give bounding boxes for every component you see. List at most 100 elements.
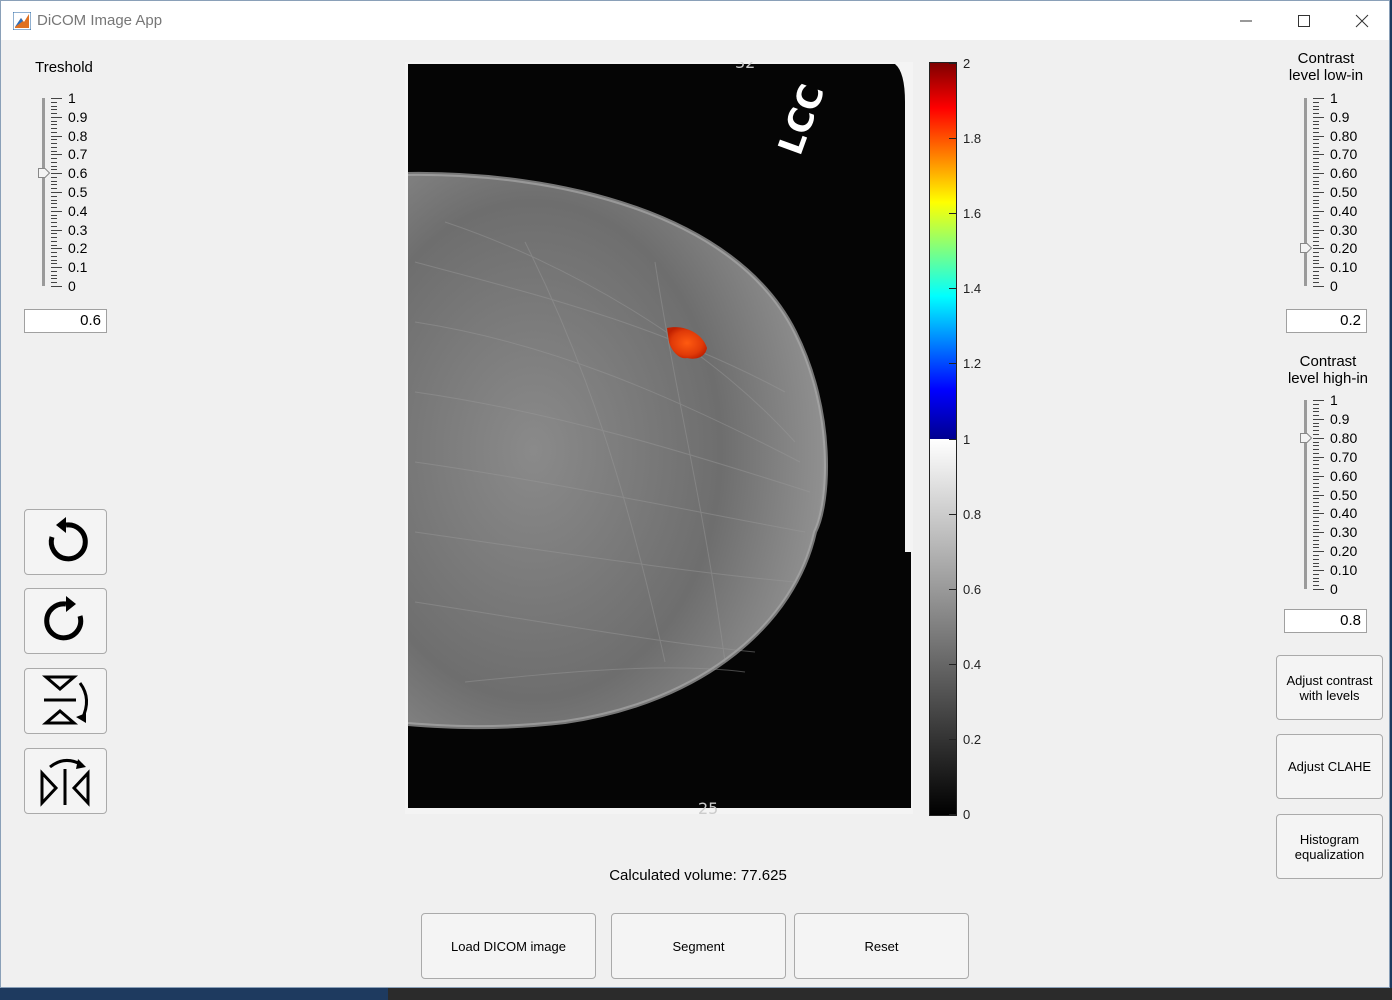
contrast-high-slider-track[interactable] — [1304, 400, 1307, 589]
flip-vertical-button[interactable] — [24, 668, 107, 734]
reset-button[interactable]: Reset — [794, 913, 969, 979]
slider-minor-tick — [1313, 128, 1319, 130]
slider-tick-label: 1 — [1330, 392, 1338, 408]
colorbar-tick — [949, 513, 956, 515]
slider-minor-tick — [1313, 218, 1319, 220]
slider-minor-tick — [1313, 259, 1319, 261]
svg-text:32: 32 — [735, 62, 755, 72]
slider-minor-tick — [1313, 143, 1319, 145]
slider-minor-tick — [51, 113, 57, 115]
slider-tick-label: 0.60 — [1330, 467, 1358, 484]
slider-major-tick — [1313, 248, 1324, 250]
mammogram-image[interactable]: LCC 32 25 — [405, 62, 913, 814]
slider-minor-tick — [51, 195, 57, 197]
slider-thumb[interactable] — [1300, 432, 1312, 443]
slider-minor-tick — [1313, 252, 1319, 254]
flip-horizontal-button[interactable] — [24, 748, 107, 814]
slider-major-tick — [51, 286, 62, 287]
contrast-low-slider-track[interactable] — [1304, 98, 1307, 286]
slider-tick-label: 0.10 — [1330, 259, 1358, 276]
contrast-high-value-field[interactable]: 0.8 — [1284, 609, 1367, 633]
slider-minor-tick — [1313, 101, 1319, 103]
slider-major-tick — [1313, 173, 1324, 175]
contrast-low-label-line2: level low-in — [1288, 67, 1364, 84]
load-dicom-button[interactable]: Load DICOM image — [421, 913, 596, 979]
slider-minor-tick — [1313, 415, 1319, 417]
rotate-left-icon — [48, 517, 88, 562]
minimize-button[interactable] — [1217, 1, 1275, 40]
histogram-label-line2: equalization — [1294, 846, 1365, 862]
threshold-slider-track[interactable] — [42, 98, 45, 286]
slider-minor-tick — [1313, 207, 1319, 209]
slider-minor-tick — [1313, 498, 1319, 500]
rotate-right-button[interactable] — [24, 588, 107, 654]
slider-minor-tick — [1313, 176, 1319, 178]
slider-minor-tick — [51, 263, 57, 265]
contrast-high-label: Contrast level high-in — [1273, 353, 1383, 387]
slider-major-tick — [1313, 532, 1324, 534]
slider-minor-tick — [51, 184, 57, 186]
svg-text:25: 25 — [698, 799, 718, 814]
slider-minor-tick — [1313, 490, 1319, 492]
slider-major-tick — [51, 135, 62, 137]
slider-major-tick — [1313, 286, 1324, 287]
slider-minor-tick — [1313, 169, 1319, 171]
slider-minor-tick — [1313, 554, 1319, 556]
slider-minor-tick — [51, 124, 57, 126]
slider-minor-tick — [51, 233, 57, 235]
slider-thumb[interactable] — [38, 168, 50, 179]
slider-minor-tick — [1313, 562, 1319, 564]
slider-minor-tick — [1313, 403, 1319, 405]
contrast-low-label-line1: Contrast — [1297, 50, 1355, 67]
colorbar-tick — [949, 288, 956, 290]
contrast-low-value-field[interactable]: 0.2 — [1286, 309, 1367, 333]
slider-thumb[interactable] — [1300, 243, 1312, 254]
slider-minor-tick — [1313, 411, 1319, 413]
slider-minor-tick — [51, 203, 57, 205]
segment-button[interactable]: Segment — [611, 913, 786, 979]
slider-tick-label: 0.70 — [1330, 448, 1358, 465]
threshold-value-field[interactable]: 0.6 — [24, 309, 107, 333]
close-button[interactable] — [1333, 1, 1391, 40]
slider-major-tick — [51, 192, 62, 193]
slider-tick-label: 0.9 — [1330, 410, 1350, 427]
maximize-button[interactable] — [1275, 1, 1333, 40]
slider-minor-tick — [51, 244, 57, 246]
slider-minor-tick — [1313, 263, 1319, 265]
colorbar-tick-label: 1.2 — [963, 356, 982, 372]
histogram-equalization-button[interactable]: Histogram equalization — [1276, 814, 1383, 879]
slider-minor-tick — [1313, 150, 1319, 152]
slider-tick-label: 0.4 — [68, 202, 88, 219]
slider-major-tick — [51, 210, 62, 212]
slider-minor-tick — [1313, 581, 1319, 583]
maximize-icon — [1298, 14, 1310, 27]
slider-minor-tick — [51, 282, 57, 284]
flip-horizontal-icon — [40, 759, 89, 807]
adjust-levels-button[interactable]: Adjust contrast with levels — [1276, 655, 1383, 720]
slider-tick-label: 0.40 — [1330, 202, 1358, 219]
slider-tick-label: 0.9 — [68, 108, 88, 125]
slider-minor-tick — [1313, 464, 1319, 466]
slider-minor-tick — [51, 109, 57, 111]
slider-major-tick — [1313, 154, 1324, 156]
adjust-clahe-button[interactable]: Adjust CLAHE — [1276, 734, 1383, 799]
slider-minor-tick — [1313, 214, 1319, 216]
slider-minor-tick — [51, 146, 57, 148]
slider-minor-tick — [1313, 539, 1319, 541]
slider-major-tick — [51, 229, 62, 231]
colorbar — [929, 62, 957, 816]
slider-minor-tick — [51, 218, 57, 220]
colorbar-tick — [949, 814, 956, 815]
slider-tick-label: 0.30 — [1330, 221, 1358, 238]
slider-tick-label: 0.20 — [1330, 543, 1358, 560]
slider-minor-tick — [51, 270, 57, 272]
slider-major-tick — [1313, 116, 1324, 118]
slider-minor-tick — [1313, 278, 1319, 280]
slider-minor-tick — [51, 143, 57, 145]
rotate-left-button[interactable] — [24, 509, 107, 575]
slider-minor-tick — [1313, 240, 1319, 242]
colorbar-tick — [949, 663, 956, 665]
colorbar-tick-label: 0.6 — [963, 581, 982, 597]
slider-tick-label: 0.80 — [1330, 127, 1358, 144]
slider-minor-tick — [51, 158, 57, 160]
